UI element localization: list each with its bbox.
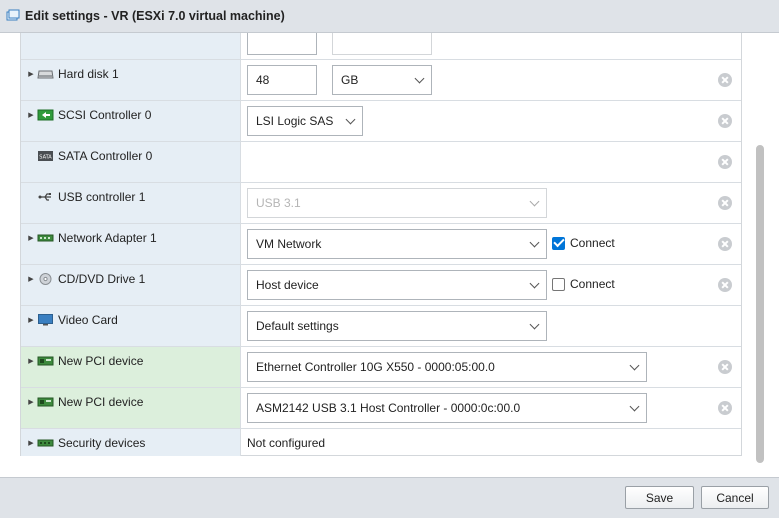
security-devices-label: Security devices bbox=[58, 436, 146, 450]
video-settings-select[interactable]: Default settings bbox=[247, 311, 547, 341]
usb-version-select[interactable]: USB 3.1 bbox=[247, 188, 547, 218]
dialog-title-bar: Edit settings - VR (ESXi 7.0 virtual mac… bbox=[0, 0, 779, 33]
disk-size-input[interactable]: 48 bbox=[247, 65, 317, 95]
settings-content[interactable]: ▶ Hard disk 1 48 GB ▶ SCSI Controller 0 … bbox=[0, 33, 779, 477]
cancel-button[interactable]: Cancel bbox=[701, 486, 769, 509]
scsi-type-value: LSI Logic SAS bbox=[256, 114, 334, 128]
pci-device-row: ▶ New PCI device Ethernet Controller 10G… bbox=[21, 347, 741, 388]
video-card-label: Video Card bbox=[58, 313, 118, 327]
hard-disk-icon bbox=[37, 70, 54, 79]
cd-dvd-value: Host device bbox=[256, 278, 319, 292]
cd-dvd-connect-checkbox[interactable] bbox=[552, 277, 565, 291]
save-button[interactable]: Save bbox=[625, 486, 694, 509]
network-adapter-row: ▶ Network Adapter 1 VM Network Connect bbox=[21, 224, 741, 265]
dialog-footer: Save Cancel bbox=[0, 477, 779, 518]
expand-arrow-icon[interactable]: ▶ bbox=[25, 398, 37, 406]
chevron-down-icon bbox=[529, 237, 540, 248]
network-value: VM Network bbox=[256, 237, 322, 251]
expand-arrow-icon[interactable]: ▶ bbox=[25, 316, 37, 324]
security-devices-value: Not configured bbox=[247, 436, 326, 450]
remove-scsi-icon[interactable] bbox=[718, 114, 732, 128]
remove-sata-icon[interactable] bbox=[718, 155, 732, 169]
pci-device-row: ▶ New PCI device ASM2142 USB 3.1 Host Co… bbox=[21, 388, 741, 429]
cd-dvd-connect-toggle[interactable]: Connect bbox=[552, 277, 615, 291]
expand-arrow-icon[interactable]: ▶ bbox=[25, 111, 37, 119]
pci-device-icon bbox=[37, 356, 54, 366]
usb-controller-label: USB controller 1 bbox=[58, 190, 146, 204]
pci-device-select[interactable]: ASM2142 USB 3.1 Host Controller - 0000:0… bbox=[247, 393, 647, 423]
pci-device-icon bbox=[37, 397, 54, 407]
disk-unit-value: GB bbox=[341, 73, 359, 87]
cd-dvd-select[interactable]: Host device bbox=[247, 270, 547, 300]
hard-disk-row: ▶ Hard disk 1 48 GB bbox=[21, 60, 741, 101]
pci-device-label: New PCI device bbox=[58, 395, 144, 409]
scsi-type-select[interactable]: LSI Logic SAS bbox=[247, 106, 363, 136]
expand-arrow-icon[interactable]: ▶ bbox=[25, 357, 37, 365]
partial-row bbox=[21, 33, 741, 60]
sata-controller-row: ▶ SATA SATA Controller 0 bbox=[21, 142, 741, 183]
svg-text:SATA: SATA bbox=[39, 155, 52, 161]
remove-pci-icon[interactable] bbox=[718, 401, 732, 415]
remove-usb-icon[interactable] bbox=[718, 196, 732, 210]
network-connect-label: Connect bbox=[570, 236, 615, 250]
chevron-down-icon bbox=[414, 73, 425, 84]
hardware-grid: ▶ Hard disk 1 48 GB ▶ SCSI Controller 0 … bbox=[20, 33, 742, 456]
pci-device-value: ASM2142 USB 3.1 Host Controller - 0000:0… bbox=[256, 401, 521, 415]
video-card-row: ▶ Video Card Default settings bbox=[21, 306, 741, 347]
remove-network-icon[interactable] bbox=[718, 237, 732, 251]
remove-hard-disk-icon[interactable] bbox=[718, 73, 732, 87]
network-select[interactable]: VM Network bbox=[247, 229, 547, 259]
monitor-icon bbox=[38, 314, 53, 326]
chevron-down-icon bbox=[529, 319, 540, 330]
cd-dvd-icon bbox=[39, 273, 52, 285]
scsi-controller-label: SCSI Controller 0 bbox=[58, 108, 152, 122]
expand-arrow-icon[interactable]: ▶ bbox=[25, 275, 37, 283]
chevron-down-icon bbox=[629, 360, 640, 371]
cd-dvd-label: CD/DVD Drive 1 bbox=[58, 272, 146, 286]
hard-disk-label: Hard disk 1 bbox=[58, 67, 119, 81]
remove-cd-dvd-icon[interactable] bbox=[718, 278, 732, 292]
pci-device-value: Ethernet Controller 10G X550 - 0000:05:0… bbox=[256, 360, 495, 374]
video-settings-value: Default settings bbox=[256, 319, 339, 333]
network-connect-toggle[interactable]: Connect bbox=[552, 236, 615, 250]
expand-arrow-icon[interactable]: ▶ bbox=[25, 234, 37, 242]
sata-controller-label: SATA Controller 0 bbox=[58, 149, 153, 163]
expand-arrow-icon[interactable]: ▶ bbox=[25, 70, 37, 78]
usb-version-value: USB 3.1 bbox=[256, 196, 301, 210]
pci-device-select[interactable]: Ethernet Controller 10G X550 - 0000:05:0… bbox=[247, 352, 647, 382]
security-device-icon bbox=[37, 439, 54, 447]
usb-controller-row: ▶ USB controller 1 USB 3.1 bbox=[21, 183, 741, 224]
network-connect-checkbox[interactable] bbox=[552, 236, 565, 250]
partial-input[interactable] bbox=[247, 33, 317, 55]
scsi-controller-icon bbox=[37, 109, 54, 121]
dialog-title: Edit settings - VR (ESXi 7.0 virtual mac… bbox=[25, 9, 285, 23]
vm-settings-icon bbox=[6, 9, 20, 21]
remove-pci-icon[interactable] bbox=[718, 360, 732, 374]
disk-unit-select[interactable]: GB bbox=[332, 65, 432, 95]
chevron-down-icon bbox=[629, 401, 640, 412]
security-devices-row: ▶ Security devices Not configured bbox=[21, 429, 741, 456]
network-adapter-icon bbox=[37, 234, 54, 242]
cd-dvd-row: ▶ CD/DVD Drive 1 Host device Connect bbox=[21, 265, 741, 306]
partial-select[interactable] bbox=[332, 33, 432, 55]
cd-dvd-connect-label: Connect bbox=[570, 277, 615, 291]
chevron-down-icon bbox=[529, 196, 540, 207]
pci-device-label: New PCI device bbox=[58, 354, 144, 368]
chevron-down-icon bbox=[345, 114, 356, 125]
network-adapter-label: Network Adapter 1 bbox=[58, 231, 157, 245]
sata-controller-icon: SATA bbox=[38, 151, 53, 161]
vertical-scrollbar[interactable] bbox=[756, 145, 764, 463]
expand-arrow-icon[interactable]: ▶ bbox=[25, 439, 37, 447]
usb-icon bbox=[38, 193, 51, 201]
scsi-controller-row: ▶ SCSI Controller 0 LSI Logic SAS bbox=[21, 101, 741, 142]
chevron-down-icon bbox=[529, 278, 540, 289]
